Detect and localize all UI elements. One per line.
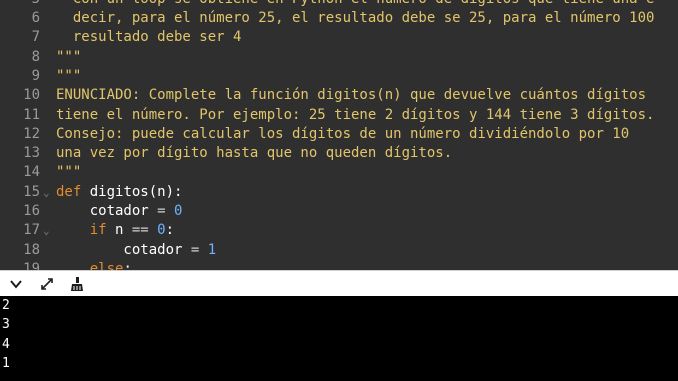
line-number: 17: [23, 222, 40, 239]
line-number: 19: [23, 260, 40, 270]
broom-icon[interactable]: [67, 275, 87, 293]
code-token: 0: [165, 203, 183, 219]
fold-chevron-icon[interactable]: ⌄: [43, 260, 53, 270]
code-token: 0: [148, 222, 166, 239]
code-text: cotador = 1: [56, 241, 216, 260]
console-toolbar: [0, 270, 678, 297]
code-token: cotador: [56, 241, 191, 258]
line-number: 8: [31, 48, 40, 65]
code-editor[interactable]: 5 Con un loop se obtiene en Python el nú…: [0, 0, 678, 270]
code-token: cotador: [56, 203, 158, 219]
line-number: 14: [23, 164, 40, 181]
expand-arrows-icon[interactable]: [37, 275, 57, 293]
line-number: 6: [31, 10, 40, 26]
code-token: :: [123, 260, 132, 270]
code-text: else:: [56, 260, 132, 270]
line-number: 11: [23, 106, 40, 123]
chevron-down-icon[interactable]: [6, 275, 26, 293]
code-text: def digitos(n):: [56, 183, 182, 202]
code-text: decir, para el número 25, el resultado d…: [56, 9, 655, 28]
code-text: cotador = 0: [56, 202, 183, 221]
code-token: 1: [199, 241, 217, 258]
code-token: =: [157, 203, 166, 219]
code-text: Consejo: puede calcular los dígitos de u…: [56, 125, 629, 144]
code-token: Consejo: puede calcular los dígitos de u…: [56, 125, 630, 142]
output-line: 1: [2, 356, 10, 371]
code-text: """: [56, 163, 81, 182]
code-token: una vez por dígito hasta que no queden d…: [56, 145, 453, 162]
line-number: 5: [0, 0, 40, 9]
output-line: 2: [2, 298, 10, 313]
line-number: 12: [23, 125, 40, 142]
code-text: Con un loop se obtiene en Python el núme…: [56, 0, 655, 9]
code-token: decir, para el número 25, el resultado d…: [56, 10, 655, 26]
code-line-partial: 5 Con un loop se obtiene en Python el nú…: [0, 0, 655, 9]
line-number: 16: [23, 203, 40, 219]
code-text: una vez por dígito hasta que no queden d…: [56, 144, 452, 163]
code-token: resultado debe ser 4: [56, 29, 242, 46]
code-text: """: [56, 67, 81, 86]
line-number: 18: [23, 241, 40, 258]
code-token: """: [56, 164, 82, 181]
code-text: if n == 0:: [56, 221, 174, 240]
code-text: ENUNCIADO: Complete la función digitos(n…: [56, 86, 646, 105]
code-token: :: [165, 222, 175, 239]
code-text: resultado debe ser 4: [56, 28, 242, 47]
fold-chevron-icon[interactable]: ⌄: [43, 221, 53, 240]
code-token: ENUNCIADO: Complete la función digitos(n…: [56, 87, 647, 104]
code-token: else: [89, 260, 124, 270]
code-token: n: [106, 222, 132, 239]
code-token: def: [56, 183, 82, 200]
code-token: tiene el número. Por ejemplo: 25 tiene 2…: [56, 106, 655, 123]
code-token: digitos(n):: [81, 183, 183, 200]
fold-chevron-icon[interactable]: ⌄: [43, 183, 53, 202]
line-number: 9: [31, 67, 40, 84]
line-number: 10: [23, 87, 40, 104]
output-line: 3: [2, 317, 10, 332]
code-token: ==: [131, 222, 149, 239]
code-token: """: [56, 67, 82, 84]
code-token: """: [56, 48, 82, 65]
line-number: 15: [23, 183, 40, 200]
code-text: """: [56, 48, 81, 67]
line-number: 7: [31, 29, 40, 46]
console-output[interactable]: 2 3 4 1: [0, 296, 678, 381]
line-number: 13: [23, 145, 40, 162]
output-line: 4: [2, 337, 10, 352]
code-token: if: [89, 222, 107, 239]
code-text: tiene el número. Por ejemplo: 25 tiene 2…: [56, 106, 654, 125]
